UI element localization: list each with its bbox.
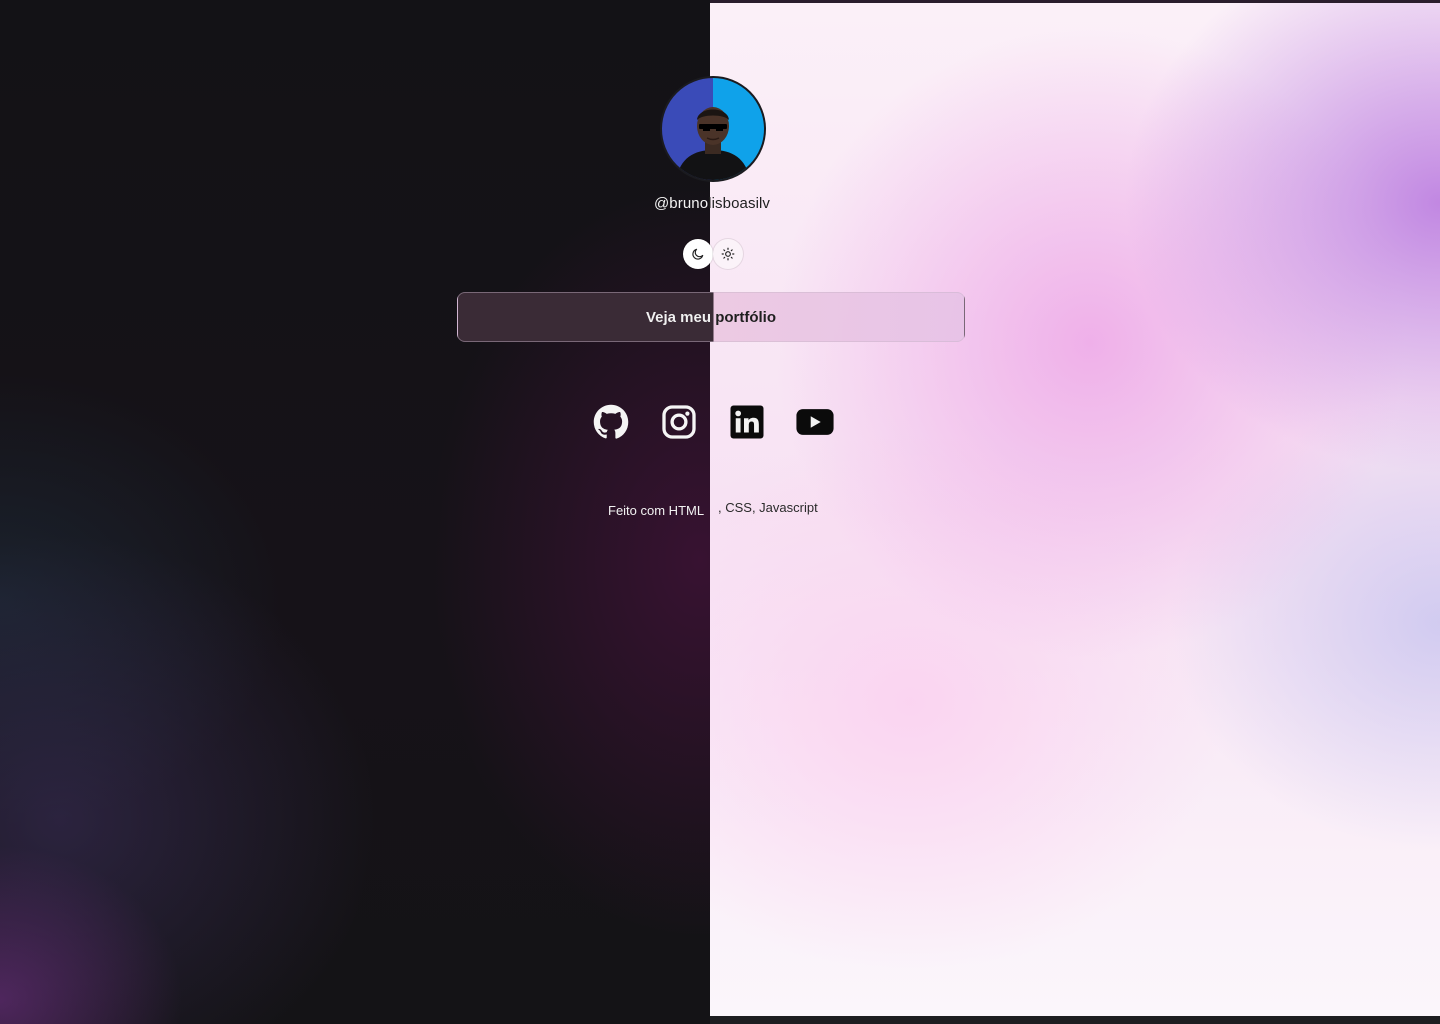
top-edge bbox=[710, 0, 1440, 3]
theme-toggle[interactable] bbox=[683, 239, 743, 269]
github-icon bbox=[593, 404, 629, 439]
social-links bbox=[590, 400, 840, 446]
handle-right: lisboasilv bbox=[708, 195, 771, 212]
youtube-link[interactable] bbox=[794, 400, 836, 444]
footer-text-left: Feito com HTML bbox=[608, 503, 705, 518]
sun-icon bbox=[721, 247, 735, 261]
bottom-edge bbox=[710, 1016, 1440, 1024]
handle-left: @bruno bbox=[653, 195, 709, 212]
light-mode-button[interactable] bbox=[713, 239, 743, 269]
avatar bbox=[660, 76, 766, 182]
linkedin-icon bbox=[730, 405, 764, 439]
github-link[interactable] bbox=[590, 400, 632, 444]
youtube-icon bbox=[796, 409, 834, 435]
profile-photo bbox=[676, 107, 750, 180]
moon-icon bbox=[692, 248, 704, 260]
footer-text-right: , CSS, Javascript bbox=[718, 500, 818, 515]
footer-credits: Feito com HTML , CSS, Javascript bbox=[590, 498, 830, 522]
portfolio-button-label: Veja meu portfólio bbox=[645, 308, 777, 326]
instagram-icon bbox=[662, 405, 696, 439]
linkedin-link[interactable] bbox=[726, 400, 768, 444]
instagram-link[interactable] bbox=[658, 400, 700, 444]
dark-mode-button[interactable] bbox=[683, 239, 713, 269]
portfolio-button[interactable]: Veja meu portfólio bbox=[457, 292, 965, 342]
username-handle: @brunolisboasilv bbox=[620, 195, 804, 212]
